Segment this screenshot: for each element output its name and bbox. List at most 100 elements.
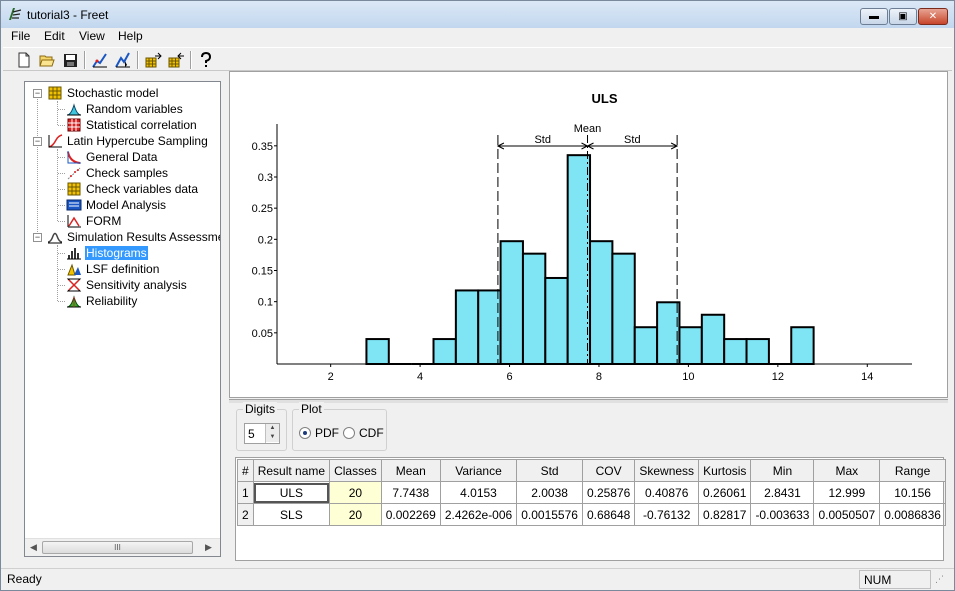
new-file-icon <box>18 52 30 68</box>
tree-item-histograms[interactable]: Histograms <box>66 245 148 261</box>
x-tick-label: 10 <box>682 371 694 383</box>
col-header-kurtosis[interactable]: Kurtosis <box>698 459 752 482</box>
table-row[interactable]: 2 SLS 20 0.002269 2.4262e-006 0.0015576 … <box>237 503 946 526</box>
status-text: Ready <box>7 572 42 586</box>
grid-import-button[interactable] <box>165 50 187 70</box>
chart-button[interactable] <box>89 50 111 70</box>
menu-view[interactable]: View <box>77 29 107 43</box>
tree-expander[interactable]: − <box>33 137 42 146</box>
close-icon: ✕ <box>928 11 938 22</box>
classes-cell[interactable]: 20 <box>329 481 382 504</box>
std-cell: 0.0015576 <box>516 503 583 526</box>
lsf-icon <box>66 262 82 276</box>
col-header-classes[interactable]: Classes <box>329 459 382 482</box>
col-header-range[interactable]: Range <box>879 459 946 482</box>
freet-app-icon <box>9 8 22 20</box>
tree-item-model-analysis[interactable]: Model Analysis <box>66 197 167 213</box>
menu-help[interactable]: Help <box>116 29 145 43</box>
chart-cursor-button[interactable] <box>112 50 134 70</box>
new-button[interactable] <box>13 50 35 70</box>
tree-horizontal-scrollbar[interactable]: ◀ III ▶ <box>25 538 220 556</box>
y-tick-label: 0.35 <box>252 141 273 153</box>
tree-item-lsf-definition[interactable]: LSF definition <box>66 261 160 277</box>
histogram-bar <box>611 252 636 365</box>
pdf-radio-dot[interactable] <box>299 427 311 439</box>
table-header-row: # Result name Classes Mean Variance Std … <box>237 459 946 482</box>
tree-item-check-samples[interactable]: Check samples <box>66 165 169 181</box>
col-header-variance[interactable]: Variance <box>439 459 518 482</box>
tree-item-statistical-correlation[interactable]: Statistical correlation <box>66 117 198 133</box>
mean-label: Mean <box>574 123 602 135</box>
spin-down-icon[interactable]: ▼ <box>266 433 279 442</box>
close-button[interactable]: ✕ <box>918 8 948 25</box>
num-lock-indicator: NUM <box>859 570 931 589</box>
max-cell: 12.999 <box>813 481 881 504</box>
tree-item-sensitivity-analysis[interactable]: Sensitivity analysis <box>66 277 188 293</box>
spin-up-icon[interactable]: ▲ <box>266 424 279 433</box>
histogram-bar <box>566 154 592 365</box>
histogram-bar <box>477 289 502 365</box>
maximize-button[interactable]: ▣ <box>889 8 917 25</box>
open-folder-icon <box>39 55 55 67</box>
result-name-cell[interactable]: ULS <box>252 481 331 504</box>
tree-item-simulation-results-assessment[interactable]: Simulation Results Assessment <box>47 229 220 245</box>
col-header-std[interactable]: Std <box>516 459 583 482</box>
open-button[interactable] <box>36 50 58 70</box>
x-tick-label: 2 <box>328 371 334 383</box>
menu-file[interactable]: File <box>9 29 32 43</box>
col-header-mean[interactable]: Mean <box>380 459 441 482</box>
tree-item-general-data[interactable]: General Data <box>66 149 158 165</box>
row-index: 2 <box>237 503 254 526</box>
tree-item-label: Check variables data <box>86 182 199 196</box>
x-tick-label: 4 <box>417 371 423 383</box>
col-header-min[interactable]: Min <box>750 459 815 482</box>
tree-item-random-variables[interactable]: Random variables <box>66 101 184 117</box>
scroll-left-icon[interactable]: ◀ <box>30 542 37 553</box>
col-header-cov[interactable]: COV <box>581 459 636 482</box>
histogram-bar <box>723 338 748 366</box>
digits-group: Digits 5 ▲ ▼ <box>236 402 287 451</box>
classes-cell[interactable]: 20 <box>329 503 382 526</box>
table-row[interactable]: 1 ULS 20 7.7438 4.0153 2.0038 0.25876 0.… <box>237 481 946 504</box>
scroll-thumb[interactable]: III <box>42 541 193 554</box>
pdf-radio[interactable]: PDF <box>299 426 339 440</box>
save-button[interactable] <box>59 50 81 70</box>
cdf-radio-dot[interactable] <box>343 427 355 439</box>
cov-cell: 0.25876 <box>581 481 636 504</box>
col-header-max[interactable]: Max <box>813 459 881 482</box>
tree-item-latin-hypercube-sampling[interactable]: Latin Hypercube Sampling <box>47 133 209 149</box>
tree-expander[interactable]: − <box>33 89 42 98</box>
resize-grip-icon[interactable]: ⋰ <box>935 574 949 588</box>
chart-cursor-icon <box>115 52 130 68</box>
tree-expander[interactable]: − <box>33 233 42 242</box>
scroll-right-icon[interactable]: ▶ <box>205 542 212 553</box>
cov-cell: 0.68648 <box>581 503 636 526</box>
results-controls-area: Digits 5 ▲ ▼ Plot PDF CDF # Result name … <box>229 402 948 563</box>
digits-spinner[interactable]: 5 ▲ ▼ <box>244 423 280 444</box>
minimize-button[interactable]: ▬ <box>860 8 888 25</box>
histogram-bar <box>365 338 390 366</box>
col-header-result-name[interactable]: Result name <box>252 459 331 482</box>
col-header-index[interactable]: # <box>237 459 254 482</box>
x-tick-label: 6 <box>506 371 512 383</box>
histogram-bar <box>633 326 659 365</box>
tree-item-label: FORM <box>86 214 122 228</box>
menu-edit[interactable]: Edit <box>42 29 67 43</box>
help-button[interactable] <box>195 50 217 70</box>
col-header-skewness[interactable]: Skewness <box>634 459 700 482</box>
result-name-cell[interactable]: SLS <box>252 503 331 526</box>
tree-item-label: Statistical correlation <box>86 118 197 132</box>
std-cell: 2.0038 <box>516 481 583 504</box>
tree-item-form[interactable]: FORM <box>66 213 122 229</box>
tree-item-check-variables-data[interactable]: Check variables data <box>66 181 199 197</box>
tree-item-stochastic-model[interactable]: Stochastic model <box>47 85 159 101</box>
save-icon <box>63 53 77 67</box>
cdf-radio[interactable]: CDF <box>343 426 384 440</box>
grid-export-icon <box>145 52 162 68</box>
title-bar[interactable]: tutorial3 - Freet ▬ ▣ ✕ <box>1 1 954 28</box>
grid-export-button[interactable] <box>142 50 164 70</box>
random-variables-icon <box>66 102 82 116</box>
tree-item-label: Check samples <box>86 166 169 180</box>
tree-item-reliability[interactable]: Reliability <box>66 293 138 309</box>
results-table: # Result name Classes Mean Variance Std … <box>237 459 946 526</box>
